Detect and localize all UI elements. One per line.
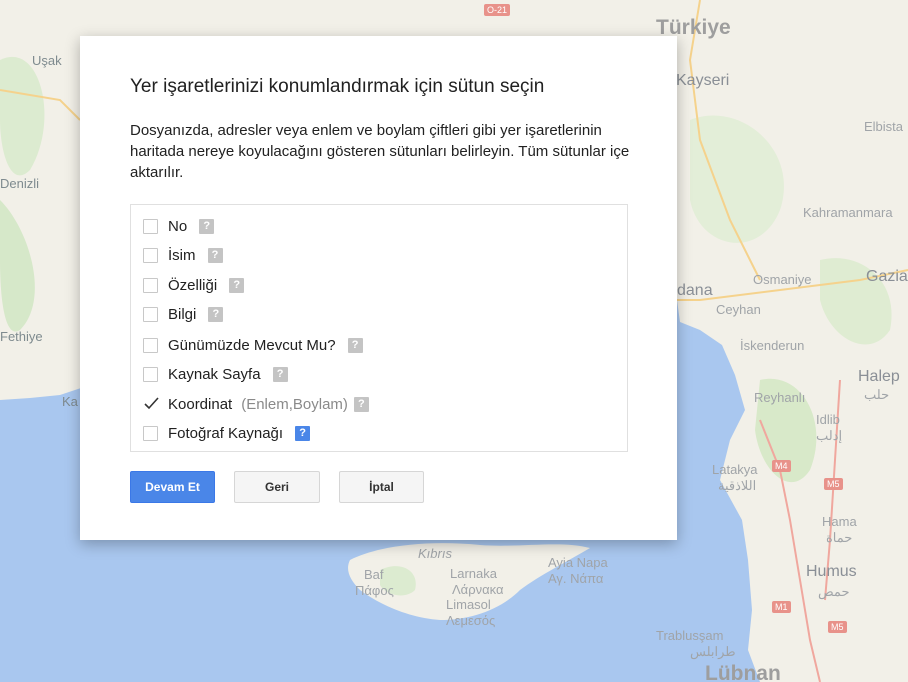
map-label-adana: dana: [677, 282, 713, 299]
column-row-koordinat[interactable]: Koordinat (Enlem,Boylam) ?: [143, 392, 369, 416]
map-label-halep-ar: حلب: [864, 387, 890, 402]
map-label-hama-ar: حماة: [826, 530, 853, 545]
cancel-button[interactable]: İptal: [339, 471, 424, 503]
map-label-idlib: Idlib: [816, 412, 840, 427]
map-label-baf-gr: Πάφος: [355, 583, 394, 598]
dialog-title: Yer işaretlerinizi konumlandırmak için s…: [130, 76, 545, 97]
map-label-hama: Hama: [822, 514, 857, 529]
map-label-limasol: Limasol: [446, 597, 491, 612]
column-checkbox-fotograf-kaynagi[interactable]: [143, 425, 158, 441]
map-label-halep: Halep: [858, 368, 900, 385]
help-icon[interactable]: ?: [199, 218, 215, 234]
map-label-gaziantep: Gazia: [866, 268, 908, 285]
column-checkbox-ozelligi[interactable]: [143, 277, 158, 293]
map-label-kahramanmaras: Kahramanmara: [803, 205, 893, 220]
map-label-fethiye: Fethiye: [0, 329, 43, 344]
column-row-no[interactable]: No ?: [143, 214, 215, 238]
help-icon[interactable]: ?: [208, 306, 224, 322]
column-checkbox-isim[interactable]: [143, 247, 158, 263]
map-label-usak: Uşak: [32, 53, 62, 68]
column-select-dialog: Yer işaretlerinizi konumlandırmak için s…: [80, 36, 677, 540]
column-checkbox-mevcut[interactable]: [143, 337, 158, 353]
column-row-fotograf-kaynagi[interactable]: Fotoğraf Kaynağı ?: [143, 421, 311, 445]
column-label-koordinat: Koordinat: [168, 395, 233, 413]
checkmark-icon: [144, 396, 159, 409]
column-row-ozelligi[interactable]: Özelliği ?: [143, 273, 245, 297]
road-badge-o21: O-21: [484, 4, 511, 16]
column-checkbox-no[interactable]: [143, 218, 158, 234]
road-badge-m5-south: M5: [828, 621, 847, 633]
map-label-ayia-napa: Ayia Napa: [548, 555, 608, 570]
column-list: No ? İsim ? Özelliği ? Bilgi ? Günümüzde…: [130, 204, 628, 452]
column-row-isim[interactable]: İsim ?: [143, 243, 223, 267]
column-label-kaynak-sayfa: Kaynak Sayfa: [168, 365, 261, 383]
column-checkbox-kaynak-sayfa[interactable]: [143, 366, 158, 382]
column-row-bilgi[interactable]: Bilgi ?: [143, 302, 224, 326]
help-icon[interactable]: ?: [347, 337, 363, 353]
column-label-bilgi: Bilgi: [168, 305, 197, 323]
road-badge-m5-north: M5: [824, 478, 843, 490]
map-label-ayia-napa-gr: Αγ. Νάπα: [548, 571, 604, 586]
column-checkbox-koordinat[interactable]: [143, 396, 159, 412]
map-label-trablussam-ar: طرابلس: [690, 644, 736, 659]
map-label-kayseri: Kayseri: [676, 72, 730, 89]
column-label-ozelligi: Özelliği: [168, 276, 218, 294]
back-button[interactable]: Geri: [234, 471, 320, 503]
map-label-elbistan: Elbista: [864, 119, 904, 134]
help-icon[interactable]: ?: [207, 247, 223, 263]
map-label-latakya-ar: اللاذقية: [718, 478, 757, 493]
column-label-no: No: [168, 217, 188, 235]
map-label-trablussam: Trablusşam: [656, 628, 724, 643]
map-label-ceyhan: Ceyhan: [716, 302, 761, 317]
help-icon[interactable]: ?: [229, 277, 245, 293]
column-label-mevcut: Günümüzde Mevcut Mu?: [168, 336, 336, 354]
map-label-humus-ar: حمص: [818, 584, 850, 599]
map-label-humus: Humus: [806, 563, 857, 580]
map-label-iskenderun: İskenderun: [740, 338, 805, 353]
help-icon[interactable]: ?: [353, 396, 369, 412]
map-label-baf: Baf: [364, 567, 384, 582]
column-checkbox-bilgi[interactable]: [143, 306, 158, 322]
map-label-limasol-gr: Λεμεσός: [446, 613, 496, 628]
map-label-kas: Ka: [62, 394, 78, 409]
column-row-mevcut[interactable]: Günümüzde Mevcut Mu? ?: [143, 333, 363, 357]
dialog-description: Dosyanızda, adresler veya enlem ve boyla…: [130, 122, 630, 181]
road-badge-m4: M4: [772, 460, 791, 472]
map-label-kibris: Kıbrıs: [418, 546, 452, 561]
column-row-kaynak-sayfa[interactable]: Kaynak Sayfa ?: [143, 362, 288, 386]
map-label-larnaka: Larnaka: [450, 566, 497, 581]
column-hint-koordinat: (Enlem,Boylam): [241, 395, 348, 413]
help-icon[interactable]: ?: [272, 366, 288, 382]
map-label-reyhanli: Reyhanlı: [754, 390, 806, 405]
column-label-fotograf-kaynagi: Fotoğraf Kaynağı: [168, 424, 284, 442]
map-label-idlib-ar: إدلب: [816, 428, 843, 443]
map-label-latakya: Latakya: [712, 462, 758, 477]
road-badge-m1: M1: [772, 601, 791, 613]
continue-button[interactable]: Devam Et: [130, 471, 215, 503]
map-label-osmaniye: Osmaniye: [753, 272, 812, 287]
map-label-lubnan: Lübnan: [705, 662, 781, 682]
column-label-isim: İsim: [168, 246, 196, 264]
map-label-denizli: Denizli: [0, 176, 40, 191]
map-label-larnaka-gr: Λάρνακα: [452, 582, 504, 597]
help-icon[interactable]: ?: [295, 425, 311, 441]
